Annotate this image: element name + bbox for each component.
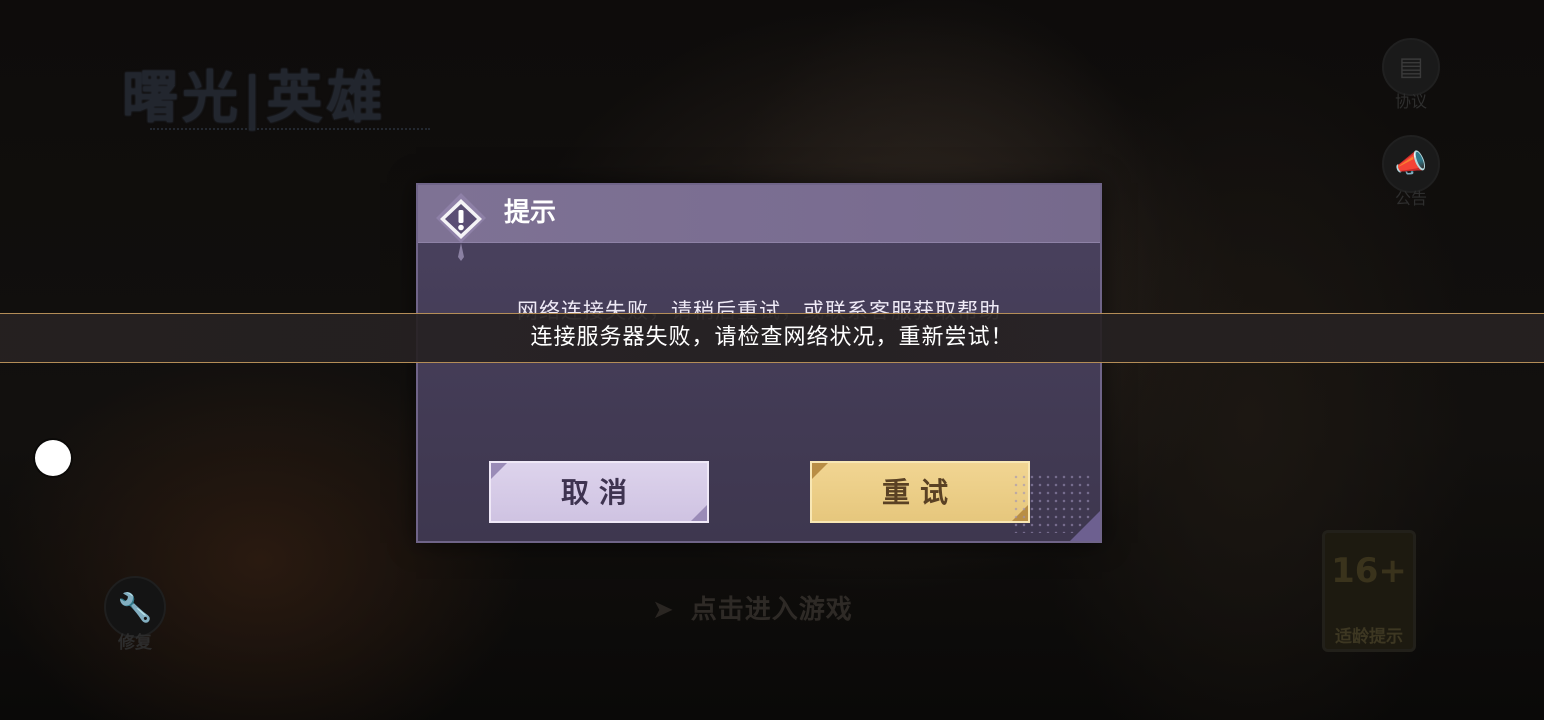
warning-icon <box>436 193 486 261</box>
repair-label: 修复 <box>118 633 152 653</box>
enter-game-label: 点击进入游戏 <box>690 595 853 625</box>
arrow-right-icon: ➤ <box>652 595 675 625</box>
error-toast: 连接服务器失败，请检查网络状况，重新尝试！ <box>0 313 1544 363</box>
button-corner-deco <box>812 463 828 479</box>
age-rating-badge[interactable]: 16+ 适龄提示 <box>1322 530 1416 652</box>
enter-game-button[interactable]: ➤ 点击进入游戏 <box>652 592 853 628</box>
button-corner-deco <box>691 505 707 521</box>
retry-button-label: 重试 <box>881 476 958 509</box>
dialog-corner-deco <box>1070 511 1100 541</box>
age-rating-number: 16+ <box>1331 551 1407 591</box>
dialog-title: 提示 <box>504 198 557 228</box>
cancel-button-label: 取消 <box>560 476 637 509</box>
toast-message: 连接服务器失败，请检查网络状况，重新尝试！ <box>530 325 1014 350</box>
age-rating-label: 适龄提示 <box>1335 627 1403 647</box>
button-corner-deco <box>491 463 507 479</box>
repair-button[interactable]: 🔧 修复 <box>104 576 166 653</box>
announcement-button[interactable]: 📣 公告 <box>1381 135 1441 209</box>
retry-button[interactable]: 重试 <box>810 461 1030 523</box>
announcement-label: 公告 <box>1394 189 1427 208</box>
cancel-button[interactable]: 取消 <box>489 461 709 523</box>
agreement-button[interactable]: ▤ 协议 <box>1381 38 1441 112</box>
agreement-label: 协议 <box>1394 92 1427 111</box>
alert-dialog: 提示 网络连接失败，请稍后重试，或联系客服获取帮助 取消 重试 <box>416 183 1102 543</box>
logo-subtitle-line <box>150 128 430 140</box>
floating-assist-button[interactable] <box>35 440 71 476</box>
